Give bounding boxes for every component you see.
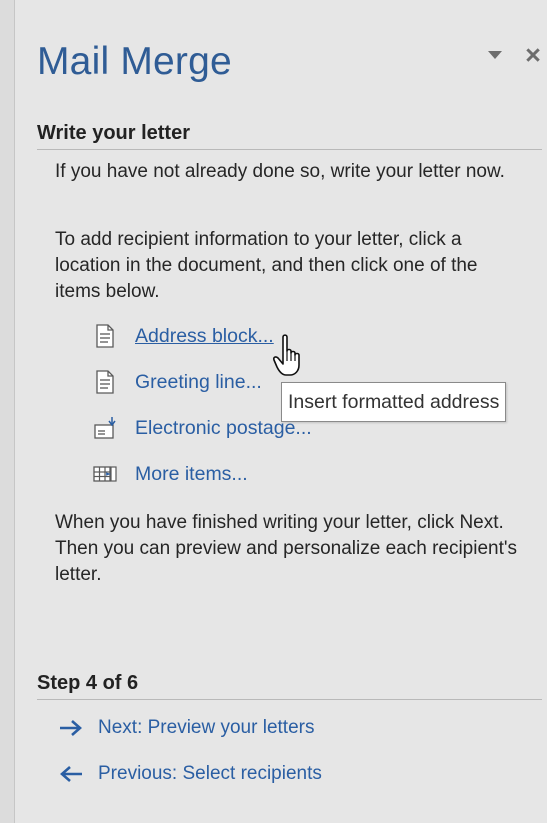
section-divider — [37, 149, 542, 150]
previous-step-link[interactable]: Previous: Select recipients — [58, 760, 322, 788]
more-items-label: More items... — [135, 462, 248, 485]
section-heading: Write your letter — [37, 122, 190, 144]
document-icon — [92, 323, 118, 349]
window-frame-edge — [0, 0, 14, 823]
pane-title: Mail Merge — [37, 40, 232, 83]
address-block-label: Address block... — [135, 324, 274, 347]
arrow-left-icon — [58, 764, 84, 784]
arrow-right-icon — [58, 718, 84, 738]
previous-step-label: Previous: Select recipients — [98, 763, 322, 784]
hand-cursor-icon — [272, 333, 308, 379]
finish-text: When you have finished writing your lett… — [55, 512, 518, 585]
dropdown-arrow-icon[interactable] — [488, 51, 502, 59]
next-step-label: Next: Preview your letters — [98, 717, 315, 738]
next-step-link[interactable]: Next: Preview your letters — [58, 714, 314, 742]
greeting-line-label: Greeting line... — [135, 370, 262, 393]
step-heading: Step 4 of 6 — [37, 672, 139, 694]
address-block-link[interactable]: Address block... — [92, 322, 274, 350]
electronic-postage-link[interactable]: Electronic postage... — [92, 414, 312, 442]
instruction-text: To add recipient information to your let… — [55, 229, 478, 302]
document-icon — [92, 369, 118, 395]
tooltip: Insert formatted address — [281, 382, 507, 422]
step-divider — [37, 699, 542, 700]
close-icon[interactable]: × — [520, 40, 546, 70]
greeting-line-link[interactable]: Greeting line... — [92, 368, 262, 396]
intro-text: If you have not already done so, write y… — [55, 161, 505, 182]
table-icon — [92, 461, 118, 487]
more-items-link[interactable]: More items... — [92, 460, 248, 488]
postage-icon — [92, 415, 118, 441]
